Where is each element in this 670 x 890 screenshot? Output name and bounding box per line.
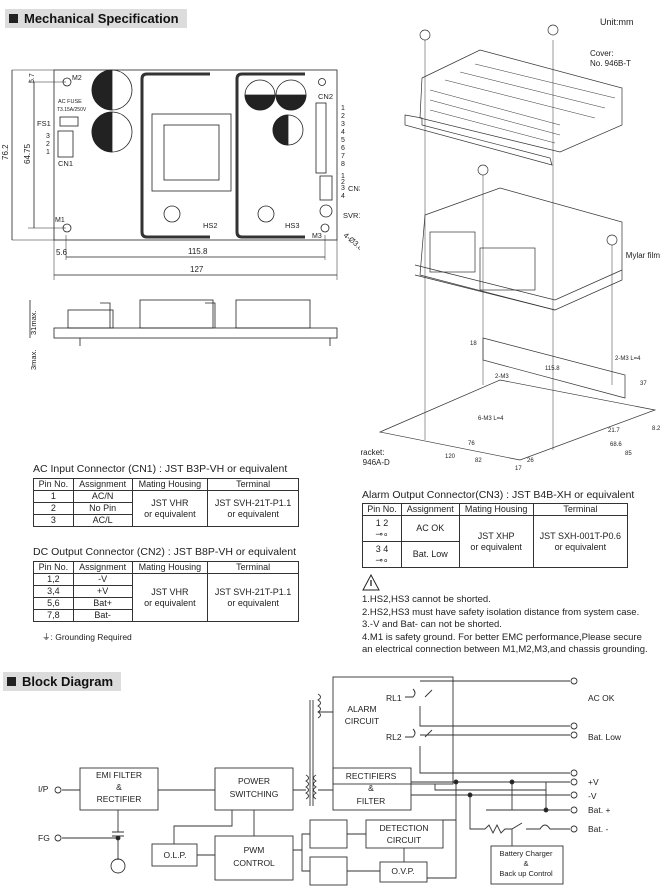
transformer-icon (305, 693, 321, 806)
emi-filter-label: & (116, 782, 122, 792)
rectifiers-label: RECTIFIERS (346, 771, 397, 781)
emi-filter-label: RECTIFIER (97, 794, 142, 804)
optocoupler-icon (309, 856, 348, 886)
input-label: I/P (38, 784, 49, 794)
battery-charger-label: & (523, 859, 528, 868)
battery-charger-label: Back up Control (499, 869, 553, 878)
input-terminal (54, 786, 62, 794)
output-bat-low-label: Bat. Low (588, 732, 622, 742)
block-diagram: EMI FILTER & RECTIFIER POWER SWITCHING R… (38, 676, 622, 886)
alarm-circuit-label: CIRCUIT (345, 716, 379, 726)
power-switching-label: SWITCHING (230, 789, 279, 799)
output-bat-minus-label: Bat. - (588, 824, 608, 834)
alarm-circuit-label: ALARM (347, 704, 376, 714)
relay-rl2-label: RL2 (386, 732, 402, 742)
earth-ground-icon (110, 858, 126, 874)
rectifiers-label: FILTER (357, 796, 386, 806)
detection-circuit-label: CIRCUIT (387, 835, 421, 845)
rectifiers-label: & (368, 783, 374, 793)
emi-filter-label: EMI FILTER (96, 770, 142, 780)
output-plus-v-label: +V (588, 777, 599, 787)
pwm-control-label: CONTROL (233, 858, 275, 868)
fg-terminal (54, 834, 62, 842)
fg-label: FG (38, 833, 50, 843)
terminal-circles (54, 677, 578, 842)
battery-charger-label: Battery Charger (500, 849, 553, 858)
ovp-label: O.V.P. (391, 866, 414, 876)
pwm-control-label: PWM (244, 845, 265, 855)
output-minus-v-label: -V (588, 791, 597, 801)
optocoupler-icon (309, 819, 348, 849)
output-bat-plus-label: Bat. + (588, 805, 610, 815)
relay-rl1-label: RL1 (386, 693, 402, 703)
output-ac-ok-label: AC OK (588, 693, 615, 703)
power-switching-label: POWER (238, 776, 270, 786)
detection-circuit-label: DETECTION (379, 823, 428, 833)
olp-label: O.L.P. (164, 850, 187, 860)
